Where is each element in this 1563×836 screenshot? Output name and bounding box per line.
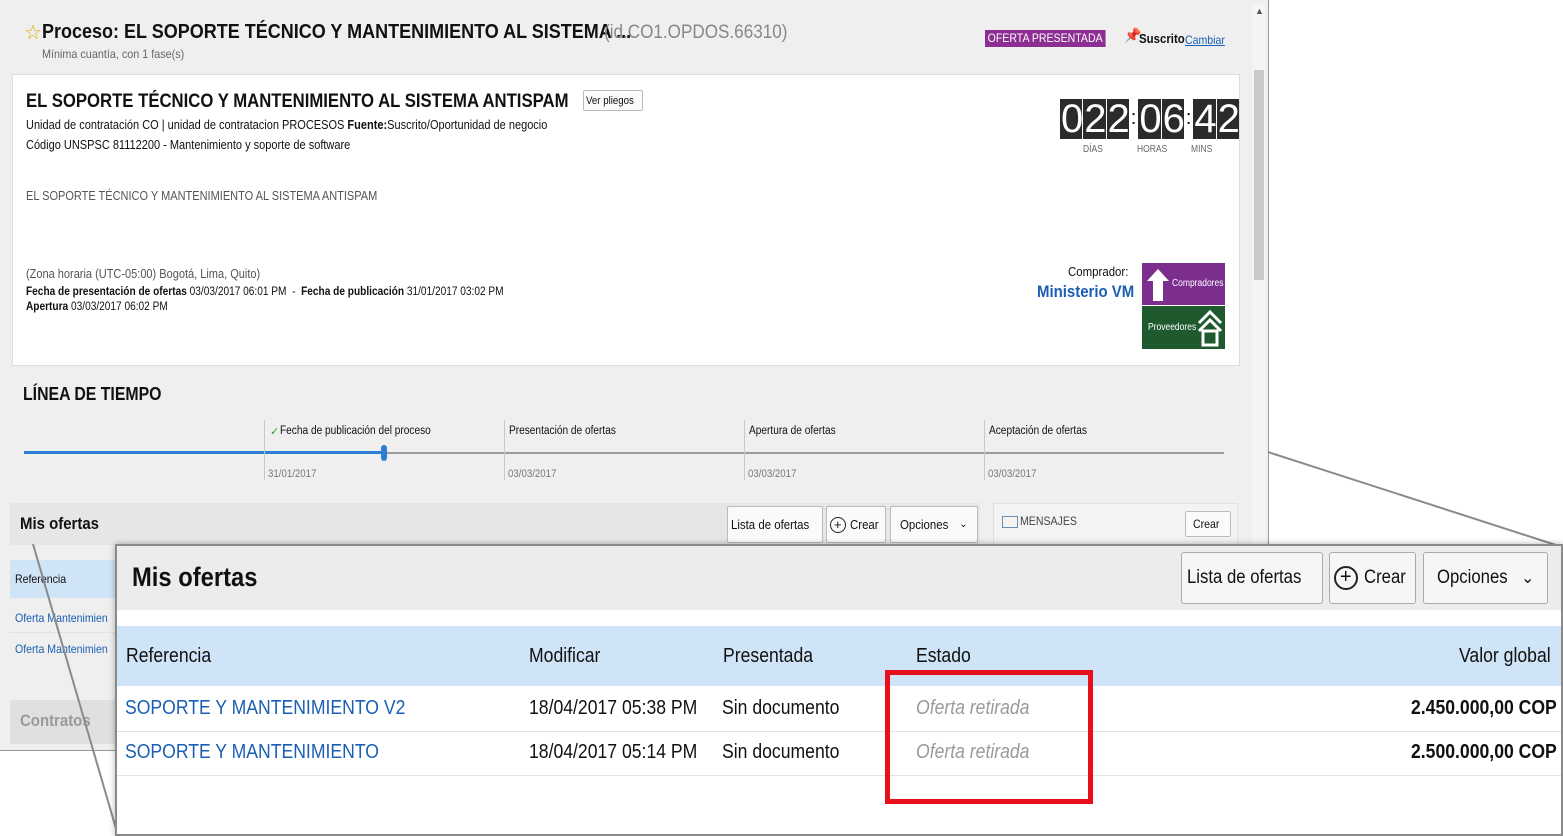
oferta-reference-link[interactable]: SOPORTE Y MANTENIMIENTO V2 [125,697,405,720]
oferta-presentada: Sin documento [722,697,840,719]
oferta-reference-link[interactable]: SOPORTE Y MANTENIMIENTO [125,741,379,764]
zoom-header: Mis ofertas Lista de ofertas + Crear Opci… [117,546,1561,610]
opciones-button[interactable]: Opciones ⌄ [1423,552,1548,604]
oferta-valor: 2.500.000,00 COP [1411,741,1557,763]
row-divider [117,775,1561,776]
column-header-presentada: Presentada [723,645,814,667]
table-row: SOPORTE Y MANTENIMIENTO 18/04/2017 05:14… [117,732,1561,774]
chevron-down-icon: ⌄ [1520,570,1535,587]
column-header-valor-global: Valor global [1459,645,1551,667]
oferta-modificar: 18/04/2017 05:38 PM [529,697,698,719]
oferta-presentada: Sin documento [722,741,840,763]
column-header-estado: Estado [916,645,971,667]
mis-ofertas-zoom: Mis ofertas Lista de ofertas + Crear Opci… [115,544,1563,836]
table-header: Referencia Modificar Presentada Estado V… [117,626,1561,686]
plus-circle-icon: + [1333,566,1358,590]
table-row: SOPORTE Y MANTENIMIENTO V2 18/04/2017 05… [117,686,1561,730]
estado-highlight-box [885,670,1093,804]
column-header-modificar: Modificar [529,645,601,667]
oferta-modificar: 18/04/2017 05:14 PM [529,741,698,763]
column-header-referencia: Referencia [126,645,212,667]
crear-button[interactable]: + Crear [1329,552,1416,604]
zoom-title: Mis ofertas [132,562,258,592]
oferta-valor: 2.450.000,00 COP [1411,697,1557,719]
lista-ofertas-button[interactable]: Lista de ofertas [1181,552,1323,604]
